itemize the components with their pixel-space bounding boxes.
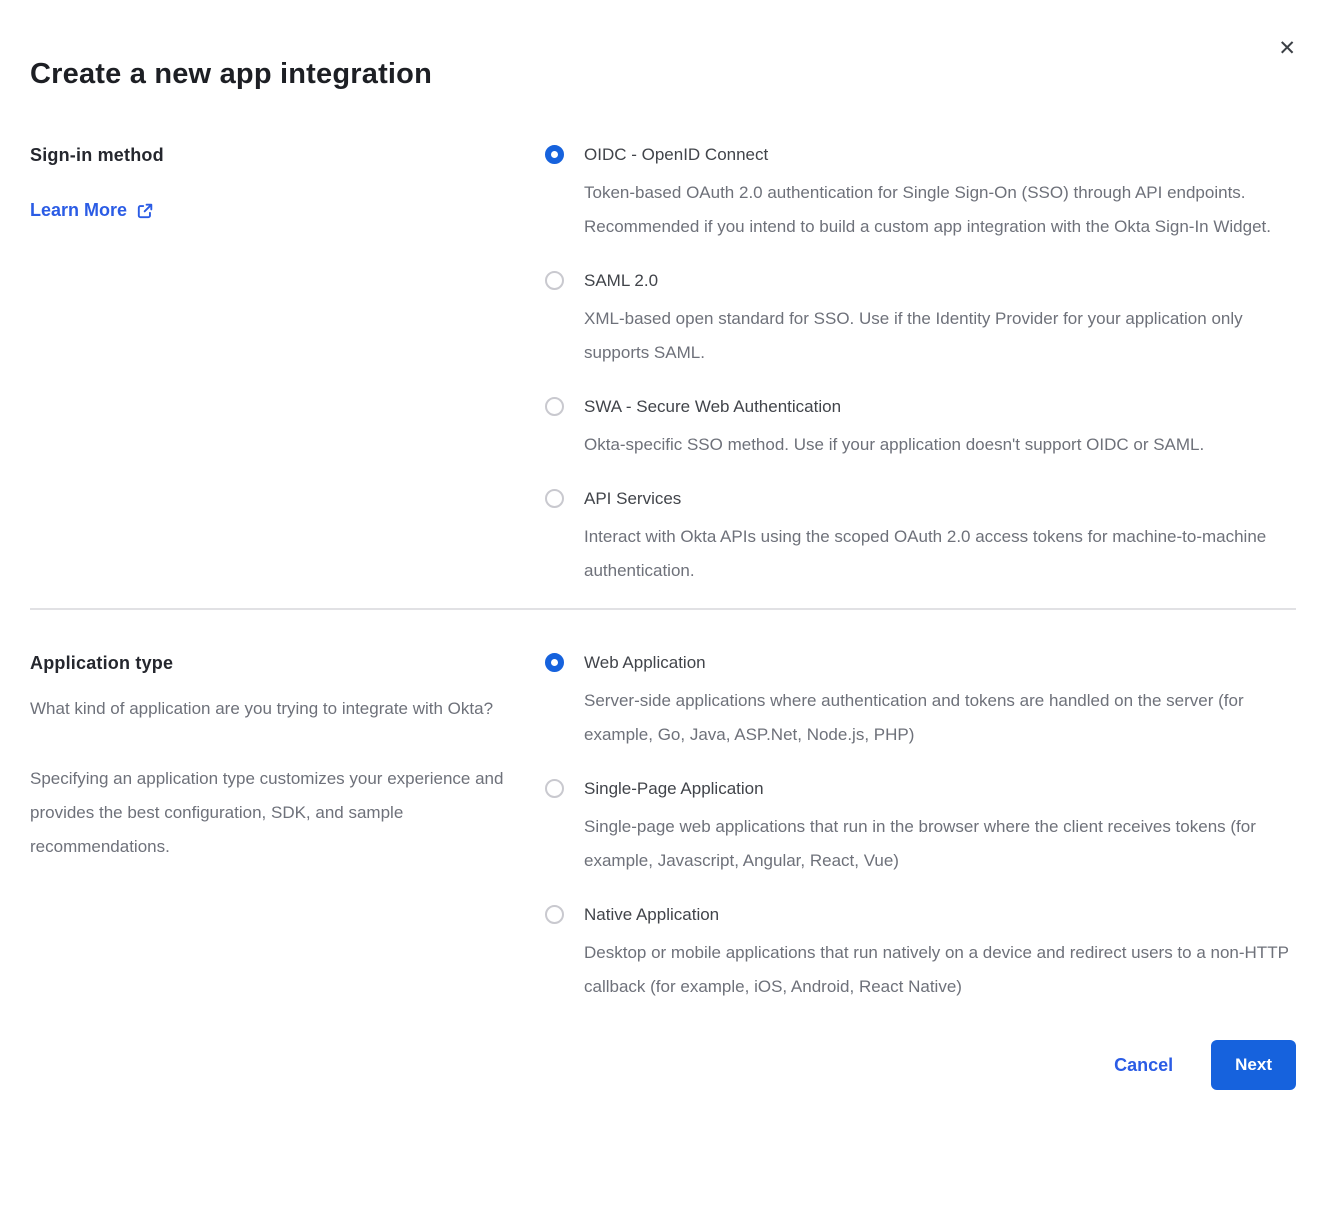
radio-option-swa[interactable]: SWA - Secure Web Authentication Okta-spe… <box>545 394 1296 462</box>
option-label: Native Application <box>584 902 1296 928</box>
page-title: Create a new app integration <box>30 54 1296 94</box>
radio-option-oidc[interactable]: OIDC - OpenID Connect Token-based OAuth … <box>545 142 1296 244</box>
signin-method-left-column: Sign-in method Learn More <box>30 142 545 588</box>
dialog-footer: Cancel Next <box>30 1040 1296 1090</box>
create-app-integration-dialog: ✕ Create a new app integration Sign-in m… <box>0 0 1332 1210</box>
option-description: XML-based open standard for SSO. Use if … <box>584 302 1296 370</box>
radio-unselected-icon[interactable] <box>545 397 564 416</box>
radio-unselected-icon[interactable] <box>545 905 564 924</box>
option-label: SWA - Secure Web Authentication <box>584 394 1204 420</box>
option-label: API Services <box>584 486 1296 512</box>
option-label: Web Application <box>584 650 1296 676</box>
radio-unselected-icon[interactable] <box>545 779 564 798</box>
option-description: Server-side applications where authentic… <box>584 684 1296 752</box>
radio-unselected-icon[interactable] <box>545 271 564 290</box>
next-button[interactable]: Next <box>1211 1040 1296 1090</box>
application-type-explanation: Specifying an application type customize… <box>30 762 510 864</box>
signin-method-options: OIDC - OpenID Connect Token-based OAuth … <box>545 142 1296 588</box>
application-type-left-column: Application type What kind of applicatio… <box>30 650 545 1004</box>
application-type-section: Application type What kind of applicatio… <box>30 650 1296 1004</box>
radio-selected-icon[interactable] <box>545 653 564 672</box>
radio-option-single-page-application[interactable]: Single-Page Application Single-page web … <box>545 776 1296 878</box>
external-link-icon <box>136 202 154 220</box>
option-label: OIDC - OpenID Connect <box>584 142 1296 168</box>
application-type-question: What kind of application are you trying … <box>30 692 510 726</box>
option-description: Desktop or mobile applications that run … <box>584 936 1296 1004</box>
radio-option-web-application[interactable]: Web Application Server-side applications… <box>545 650 1296 752</box>
learn-more-label: Learn More <box>30 200 127 221</box>
section-divider <box>30 608 1296 610</box>
option-description: Okta-specific SSO method. Use if your ap… <box>584 428 1204 462</box>
radio-selected-icon[interactable] <box>545 145 564 164</box>
learn-more-link[interactable]: Learn More <box>30 200 154 221</box>
radio-unselected-icon[interactable] <box>545 489 564 508</box>
option-label: SAML 2.0 <box>584 268 1296 294</box>
option-description: Token-based OAuth 2.0 authentication for… <box>584 176 1296 244</box>
option-description: Single-page web applications that run in… <box>584 810 1296 878</box>
cancel-button[interactable]: Cancel <box>1114 1055 1173 1076</box>
application-type-options: Web Application Server-side applications… <box>545 650 1296 1004</box>
radio-option-native-application[interactable]: Native Application Desktop or mobile app… <box>545 902 1296 1004</box>
signin-method-heading: Sign-in method <box>30 142 545 168</box>
application-type-heading: Application type <box>30 650 545 676</box>
option-description: Interact with Okta APIs using the scoped… <box>584 520 1296 588</box>
radio-option-saml[interactable]: SAML 2.0 XML-based open standard for SSO… <box>545 268 1296 370</box>
close-icon[interactable]: ✕ <box>1278 38 1296 59</box>
option-label: Single-Page Application <box>584 776 1296 802</box>
radio-option-api-services[interactable]: API Services Interact with Okta APIs usi… <box>545 486 1296 588</box>
signin-method-section: Sign-in method Learn More OIDC - OpenID … <box>30 142 1296 588</box>
